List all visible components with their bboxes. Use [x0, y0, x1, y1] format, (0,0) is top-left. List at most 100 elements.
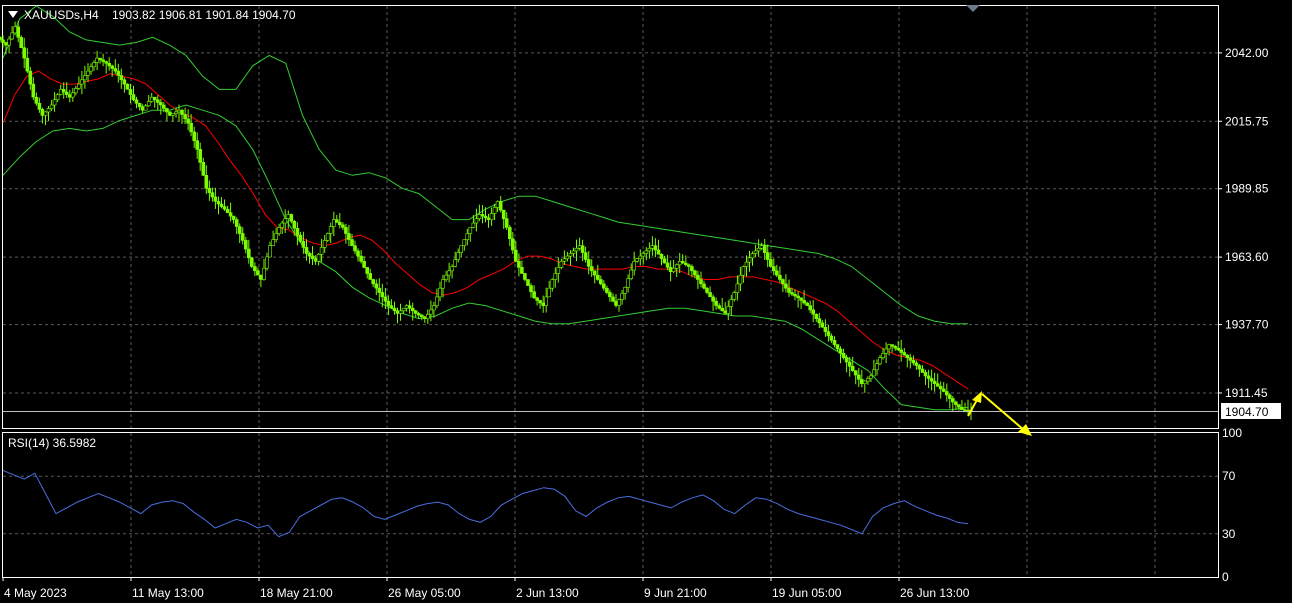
candle-body: [686, 264, 691, 267]
candle-body: [304, 247, 309, 254]
candle-body: [489, 213, 494, 220]
candle-body: [762, 245, 767, 253]
candle-body: [368, 273, 373, 280]
candle-body: [356, 250, 360, 257]
candle-body: [298, 234, 303, 242]
candle-body: [131, 94, 136, 101]
price-tick-label: 2015.75: [1225, 114, 1269, 128]
candle-body: [480, 214, 485, 217]
candle-body: [40, 109, 45, 116]
candle-body: [954, 401, 958, 405]
candle-body: [286, 214, 291, 219]
candle-body: [110, 65, 114, 69]
candle-body: [104, 61, 108, 64]
candle-body: [250, 257, 254, 267]
candle-body: [22, 47, 27, 59]
time-tick-label: 4 May 2023: [4, 586, 67, 600]
candle-body: [171, 113, 175, 116]
candle-body: [231, 215, 236, 220]
candle-body: [723, 310, 728, 314]
chart-window[interactable]: XAUUSDs,H4 1903.82 1906.81 1901.84 1904.…: [0, 0, 1292, 603]
candle-body: [680, 260, 685, 264]
candle-body: [86, 70, 90, 76]
price-tick-label: 1989.85: [1225, 182, 1269, 196]
candle-body: [425, 313, 430, 319]
candle-body: [192, 131, 196, 141]
candle-body: [802, 300, 806, 304]
candle-body: [371, 279, 376, 285]
candle-body: [544, 296, 549, 306]
candle-body: [598, 279, 603, 285]
candle-body: [614, 300, 618, 306]
candle-body: [708, 292, 712, 298]
candle-body: [4, 42, 8, 46]
candle-body: [380, 292, 385, 298]
candle-body: [301, 241, 306, 248]
candle-body: [189, 122, 193, 133]
candle-body: [504, 218, 509, 228]
candle-body: [83, 75, 87, 81]
candle-body: [325, 233, 330, 241]
candle-body: [850, 365, 855, 371]
candle-body: [174, 111, 178, 114]
candle-body: [462, 239, 467, 247]
candle-body: [620, 293, 624, 300]
candle-body: [932, 380, 937, 385]
candle-body: [413, 310, 418, 314]
candle-body: [398, 310, 403, 314]
candle-body: [359, 255, 363, 262]
candle-body: [768, 259, 773, 267]
candle-body: [256, 270, 260, 276]
candle-body: [580, 245, 585, 253]
candle-body: [237, 226, 242, 234]
candle-body: [159, 102, 163, 106]
candle-body: [31, 83, 36, 98]
candle-body: [313, 258, 318, 262]
candle-body: [778, 274, 782, 280]
candle-body: [183, 114, 187, 120]
candle-body: [899, 349, 904, 353]
candle-body: [447, 270, 451, 276]
candle-body: [844, 357, 849, 363]
candle-body: [832, 339, 837, 345]
chart-menu-arrow-icon[interactable]: [8, 11, 18, 18]
candle-body: [677, 260, 682, 266]
candle-body: [149, 96, 154, 102]
candle-body: [914, 362, 919, 366]
candle-body: [362, 260, 366, 268]
time-tick-label: 11 May 13:00: [132, 586, 204, 600]
candle-body: [143, 105, 148, 111]
candle-body: [216, 201, 221, 205]
candle-body: [559, 260, 564, 268]
candle-body: [419, 314, 424, 318]
candle-body: [453, 259, 458, 267]
candle-body: [568, 253, 573, 257]
rsi-tick-label: 100: [1222, 426, 1242, 440]
candle-body: [765, 252, 770, 260]
candle-body: [565, 255, 570, 260]
candle-body: [137, 103, 142, 108]
candle-body: [574, 248, 579, 252]
candle-body: [759, 245, 764, 249]
candle-body: [556, 267, 561, 274]
candle-body: [16, 26, 21, 38]
candle-body: [583, 252, 588, 260]
time-tick-label: 2 Jun 13:00: [516, 586, 579, 600]
candle-body: [562, 258, 567, 262]
candle-body: [893, 346, 898, 349]
candle-body: [947, 394, 952, 399]
candle-body: [168, 111, 172, 116]
candle-body: [659, 254, 664, 259]
candle-body: [61, 89, 66, 93]
chart-shift-marker-icon[interactable]: [966, 5, 980, 12]
candle-body: [89, 66, 93, 72]
candle-body: [392, 307, 397, 312]
candle-body: [629, 269, 634, 279]
candle-body: [787, 287, 791, 293]
candle-body: [201, 162, 206, 176]
candle-body: [450, 266, 454, 272]
main-chart-frame: [2, 5, 1219, 429]
candle-body: [756, 248, 761, 252]
candle-body: [113, 68, 118, 72]
candle-body: [265, 256, 269, 269]
